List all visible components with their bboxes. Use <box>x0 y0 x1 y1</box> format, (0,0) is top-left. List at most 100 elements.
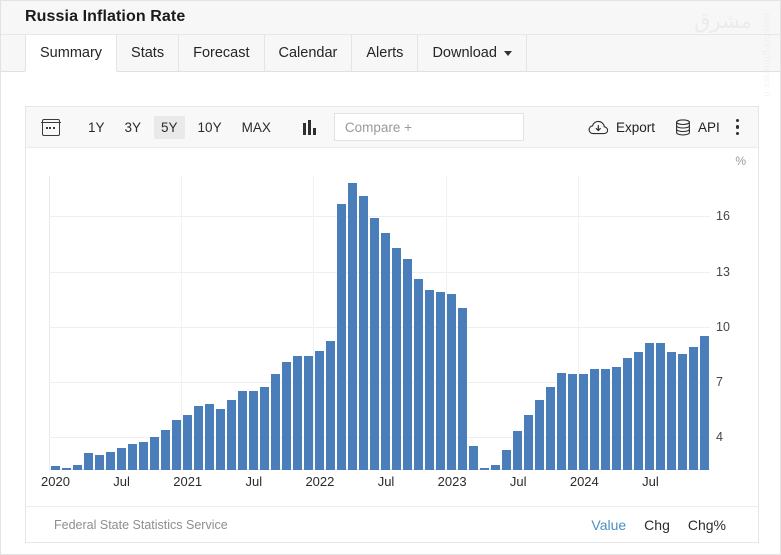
inflation-chart-app: Russia Inflation Rate SummaryStatsForeca… <box>0 0 781 555</box>
bar[interactable] <box>84 453 93 470</box>
bar[interactable] <box>414 279 423 470</box>
bar[interactable] <box>117 448 126 470</box>
y-axis-tick-label: 7 <box>716 375 723 389</box>
bar[interactable] <box>623 358 632 470</box>
toolbar-actions: Export API <box>578 114 748 140</box>
bar[interactable] <box>546 387 555 470</box>
tab-label: Calendar <box>279 45 338 61</box>
bar[interactable] <box>524 415 533 470</box>
series-button-chg[interactable]: Chg <box>644 517 670 533</box>
bar[interactable] <box>172 420 181 470</box>
bar[interactable] <box>458 308 467 470</box>
chart-plot-area: % 47101316 2020Jul2021Jul2022Jul2023Jul2… <box>26 148 758 506</box>
bar[interactable] <box>436 292 445 470</box>
bar[interactable] <box>62 468 71 470</box>
kebab-menu-icon[interactable] <box>730 114 748 140</box>
bar[interactable] <box>579 374 588 470</box>
tab-summary[interactable]: Summary <box>25 35 117 72</box>
bar[interactable] <box>359 196 368 470</box>
x-axis-tick-label: 2022 <box>305 474 334 489</box>
bar[interactable] <box>557 373 566 470</box>
series-button-value[interactable]: Value <box>591 517 626 533</box>
chart-footer: Federal State Statistics Service Value Ch… <box>26 506 758 542</box>
bar[interactable] <box>128 444 137 470</box>
bar[interactable] <box>645 343 654 470</box>
bar[interactable] <box>469 446 478 470</box>
series-button-chgpct[interactable]: Chg% <box>688 517 726 533</box>
bar[interactable] <box>315 351 324 470</box>
bar[interactable] <box>326 341 335 470</box>
bar[interactable] <box>656 343 665 470</box>
bar[interactable] <box>51 466 60 470</box>
tab-label: Download <box>432 45 497 61</box>
tab-calendar[interactable]: Calendar <box>264 35 353 71</box>
compare-input[interactable] <box>334 113 524 141</box>
bar[interactable] <box>568 374 577 470</box>
bar[interactable] <box>95 455 104 470</box>
bar[interactable] <box>502 450 511 470</box>
source-label: Federal State Statistics Service <box>54 518 228 532</box>
bar[interactable] <box>227 400 236 470</box>
bar[interactable] <box>205 404 214 470</box>
tab-label: Alerts <box>366 45 403 61</box>
bar[interactable] <box>249 391 258 470</box>
y-axis-tick-label: 16 <box>716 209 730 223</box>
bar[interactable] <box>150 437 159 470</box>
x-axis-tick-label: 2021 <box>173 474 202 489</box>
export-label: Export <box>616 120 655 135</box>
bar[interactable] <box>271 374 280 470</box>
range-button-3y[interactable]: 3Y <box>118 116 149 139</box>
bar[interactable] <box>139 442 148 470</box>
bar[interactable] <box>392 248 401 470</box>
x-axis-tick-label: 2024 <box>570 474 599 489</box>
bar[interactable] <box>194 406 203 470</box>
bar[interactable] <box>161 430 170 470</box>
bar[interactable] <box>491 465 500 471</box>
bar[interactable] <box>425 290 434 470</box>
tab-stats[interactable]: Stats <box>116 35 179 71</box>
bar[interactable] <box>337 204 346 470</box>
bar-chart-icon[interactable] <box>303 120 316 135</box>
chart-card: 1Y 3Y5Y 10Y MAX Export <box>25 106 759 543</box>
bar[interactable] <box>678 354 687 470</box>
database-icon <box>675 119 691 136</box>
bar[interactable] <box>590 369 599 470</box>
bar[interactable] <box>601 369 610 470</box>
tab-forecast[interactable]: Forecast <box>178 35 264 71</box>
bar[interactable] <box>513 431 522 470</box>
range-button-1y[interactable]: 1Y <box>81 116 112 139</box>
bar[interactable] <box>348 183 357 470</box>
bar[interactable] <box>403 259 412 470</box>
bar[interactable] <box>689 347 698 470</box>
bar[interactable] <box>634 352 643 470</box>
bar[interactable] <box>106 452 115 470</box>
y-axis-unit: % <box>735 154 746 168</box>
bar[interactable] <box>535 400 544 470</box>
bar[interactable] <box>370 218 379 470</box>
bar[interactable] <box>447 294 456 470</box>
tab-alerts[interactable]: Alerts <box>351 35 418 71</box>
bar[interactable] <box>73 465 82 471</box>
range-button-max[interactable]: MAX <box>235 116 278 139</box>
tab-download[interactable]: Download <box>417 35 527 71</box>
bar[interactable] <box>238 391 247 470</box>
bar[interactable] <box>183 415 192 470</box>
bar[interactable] <box>381 233 390 470</box>
bar[interactable] <box>700 336 709 470</box>
bar[interactable] <box>282 362 291 470</box>
bar[interactable] <box>304 356 313 470</box>
bar[interactable] <box>667 352 676 470</box>
bar[interactable] <box>260 387 269 470</box>
range-button-10y[interactable]: 10Y <box>191 116 229 139</box>
bar[interactable] <box>216 409 225 470</box>
bar[interactable] <box>612 367 621 470</box>
export-button[interactable]: Export <box>578 116 665 139</box>
api-button[interactable]: API <box>665 115 730 140</box>
plot-canvas[interactable] <box>49 176 710 470</box>
x-axis-tick-label: Jul <box>113 474 130 489</box>
range-button-5y[interactable]: 5Y <box>154 116 185 139</box>
bar[interactable] <box>480 468 489 470</box>
calendar-icon[interactable] <box>42 119 60 136</box>
bar[interactable] <box>293 356 302 470</box>
bar-series <box>50 176 710 470</box>
